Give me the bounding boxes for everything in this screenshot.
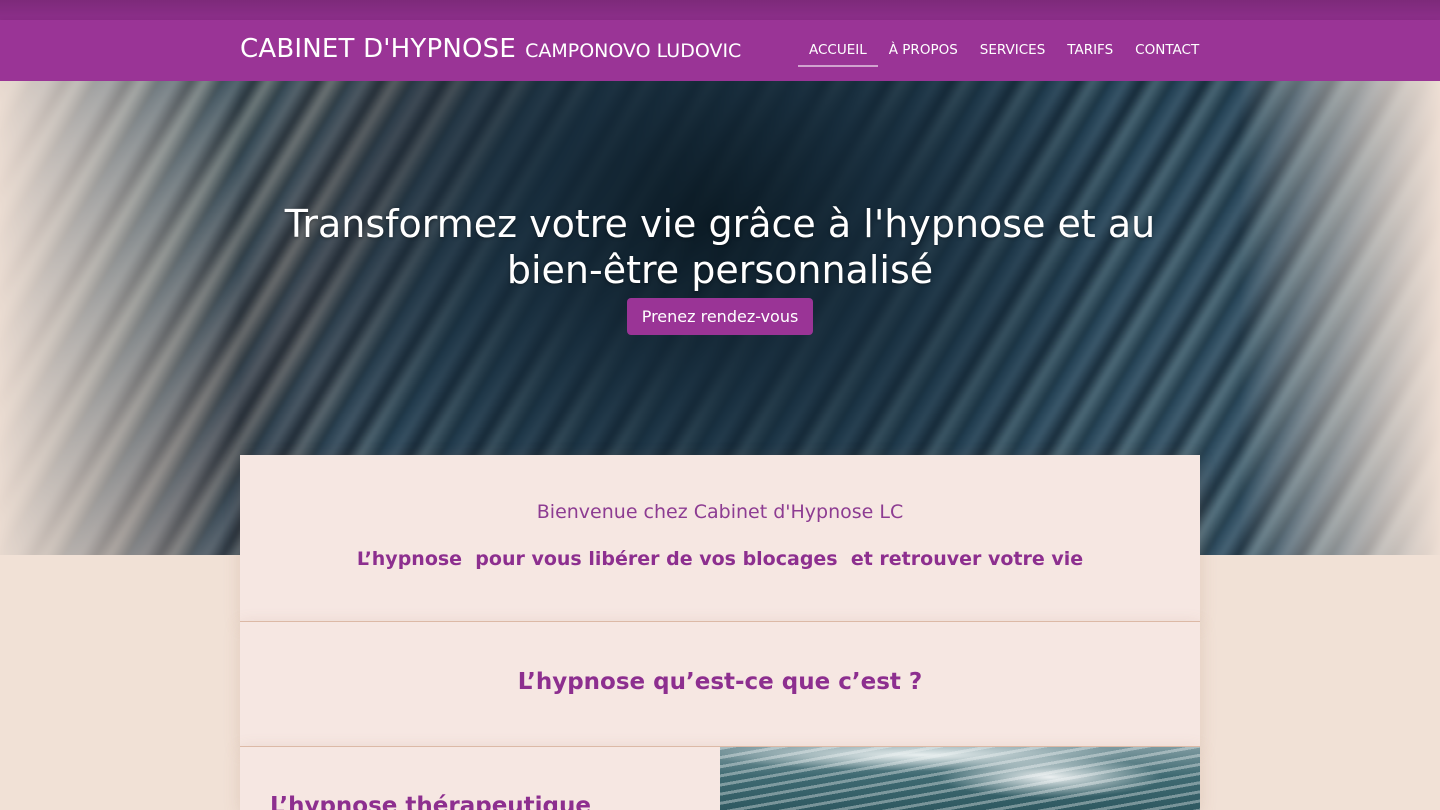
intro-card: L’hypnose qu’est-ce que c’est ? — [240, 621, 1200, 746]
main-nav: ACCUEIL À PROPOS SERVICES TARIFS CONTACT — [798, 30, 1210, 67]
welcome-card: Bienvenue chez Cabinet d'Hypnose LC L’hy… — [240, 455, 1200, 621]
site-brand[interactable]: CABINET D'HYPNOSE CAMPONOVO LUDOVIC — [240, 34, 741, 64]
nav-item-contact[interactable]: CONTACT — [1124, 30, 1210, 67]
intro-title-rest: qu’est-ce que c’est ? — [645, 669, 923, 695]
therapeutic-title-bold: L’hypnose — [270, 793, 398, 810]
intro-title-bold: L’hypnose — [517, 669, 646, 695]
hero-fade-right — [1240, 81, 1440, 555]
welcome-tagline: L’hypnose pour vous libérer de vos bloca… — [356, 548, 1084, 570]
nav-item-tarifs[interactable]: TARIFS — [1056, 30, 1124, 67]
hero-fade-left — [0, 81, 240, 555]
therapeutic-title: L’hypnose thérapeutique — [270, 793, 591, 810]
welcome-heading: Bienvenue chez Cabinet d'Hypnose LC — [536, 501, 904, 523]
therapeutic-title-rest: thérapeutique — [397, 793, 591, 810]
intro-title: L’hypnose qu’est-ce que c’est ? — [240, 669, 1200, 695]
nav-item-accueil[interactable]: ACCUEIL — [798, 30, 878, 67]
ocean-wave-image — [720, 747, 1200, 810]
therapeutic-card: L’hypnose thérapeutique — [240, 746, 1200, 810]
brand-sub: CAMPONOVO LUDOVIC — [525, 40, 742, 62]
book-appointment-button[interactable]: Prenez rendez-vous — [627, 298, 813, 335]
top-strip — [0, 0, 1440, 22]
navbar: CABINET D'HYPNOSE CAMPONOVO LUDOVIC ACCU… — [0, 20, 1440, 81]
nav-item-services[interactable]: SERVICES — [969, 30, 1056, 67]
hero-title-line1: Transformez votre vie grâce à l'hypnose … — [284, 202, 1156, 246]
hero-title: Transformez votre vie grâce à l'hypnose … — [240, 201, 1200, 293]
hero-title-line2: bien-être personnalisé — [506, 248, 934, 292]
brand-main: CABINET D'HYPNOSE — [240, 34, 516, 64]
nav-item-a-propos[interactable]: À PROPOS — [878, 30, 969, 67]
